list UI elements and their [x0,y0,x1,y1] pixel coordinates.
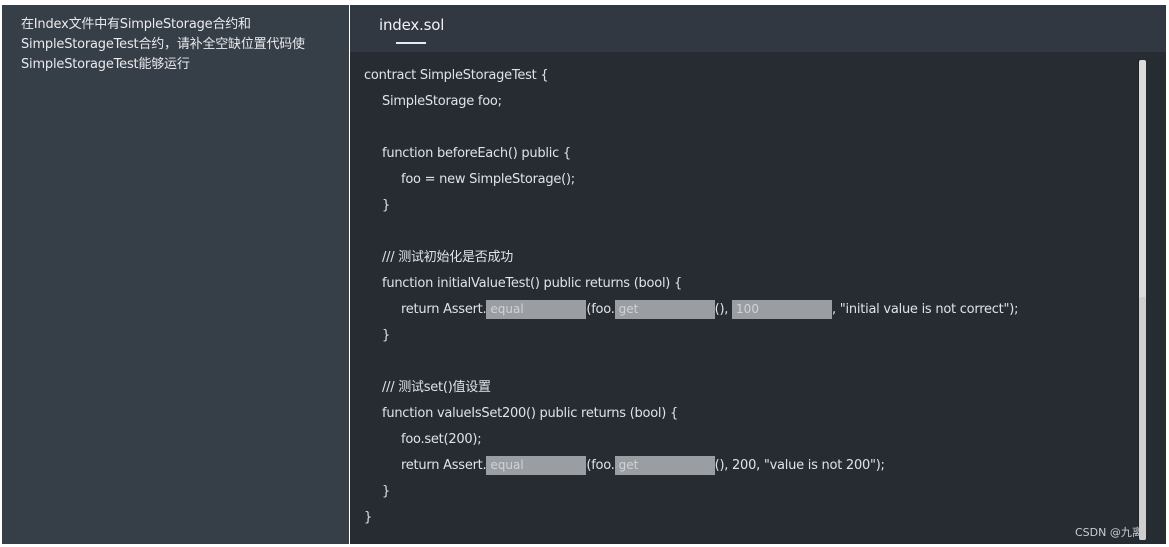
code-fragment: (foo. [586,458,615,473]
blank-input-2[interactable] [614,300,715,319]
code-line: } [382,198,391,213]
code-editor-panel: index.sol contract SimpleStorageTest { S… [350,5,1166,544]
task-description: 在Index文件中有SimpleStorage合约和 SimpleStorage… [21,17,305,72]
blank-input-4[interactable] [486,456,587,475]
code-line: SimpleStorage foo; [382,94,502,109]
task-panel: 在Index文件中有SimpleStorage合约和 SimpleStorage… [2,5,349,544]
code-line: } [382,484,391,499]
code-line: foo.set(200); [401,432,482,447]
code-line: /// 测试初始化是否成功 [382,250,514,265]
code-line: } [382,328,391,343]
code-line-with-blanks: return Assert. (foo. (), 200, "value is no… [364,453,1134,479]
code-line: function beforeEach() public { [382,146,571,161]
code-fragment: (), 200, "value is not 200"); [714,458,885,473]
blank-input-5[interactable] [614,456,715,475]
active-tab-indicator [396,42,426,44]
tab-index-sol[interactable]: index.sol [379,16,444,34]
scrollbar-thumb-lower[interactable] [1139,297,1146,540]
code-fragment: return Assert. [401,302,487,317]
code-line: foo = new SimpleStorage(); [401,172,575,187]
blank-input-3[interactable] [732,300,833,319]
editor-tab-bar: index.sol [350,5,1166,52]
code-line: } [364,510,373,525]
code-line: /// 测试set()值设置 [382,380,491,395]
code-line-with-blanks: return Assert. (foo. (), , "initial value … [364,297,1134,323]
code-area: contract SimpleStorageTest { SimpleStora… [364,63,1134,531]
code-line: function initialValueTest() public retur… [382,276,683,291]
code-fragment: , "initial value is not correct"); [832,302,1019,317]
code-fragment: return Assert. [401,458,487,473]
code-line: function valueIsSet200() public returns … [382,406,679,421]
code-line: contract SimpleStorageTest { [364,68,549,83]
code-fragment: (foo. [586,302,615,317]
blank-input-1[interactable] [486,300,587,319]
watermark: CSDN @九离ㅤ [1075,526,1153,539]
code-fragment: (), [714,302,733,317]
